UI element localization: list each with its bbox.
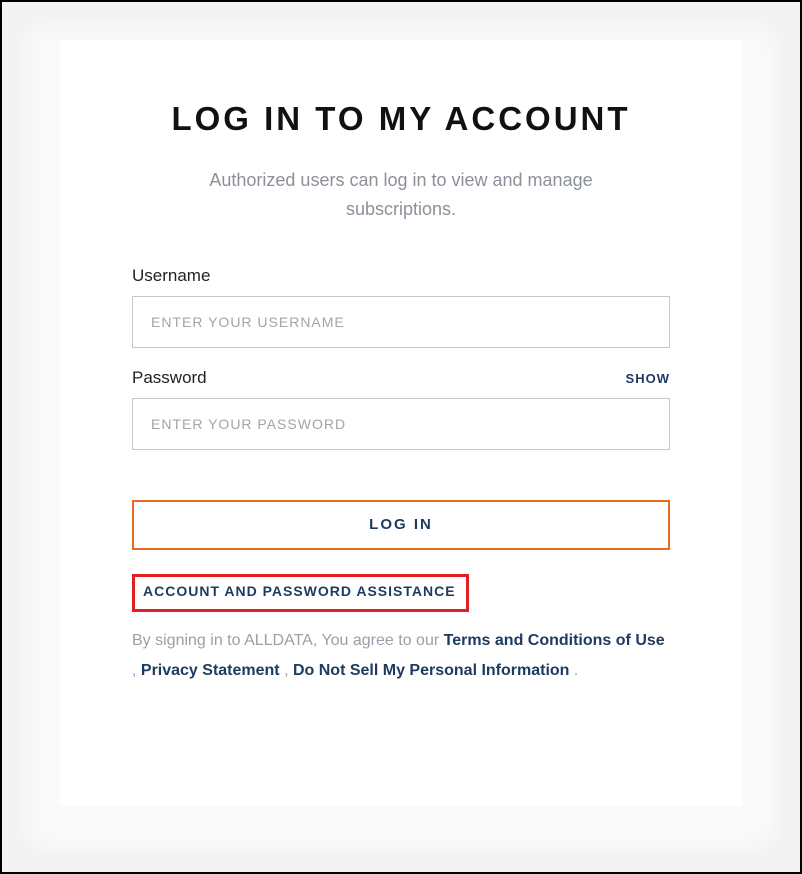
legal-suffix: . (569, 662, 578, 679)
terms-link[interactable]: Terms and Conditions of Use (444, 632, 665, 649)
privacy-link[interactable]: Privacy Statement (141, 662, 280, 679)
account-assistance-link[interactable]: ACCOUNT AND PASSWORD ASSISTANCE (143, 583, 456, 599)
legal-sep2: , (280, 662, 293, 679)
do-not-sell-link[interactable]: Do Not Sell My Personal Information (293, 662, 569, 679)
assistance-highlight-box: ACCOUNT AND PASSWORD ASSISTANCE (132, 574, 469, 612)
password-input[interactable] (132, 398, 670, 450)
page-background: LOG IN TO MY ACCOUNT Authorized users ca… (20, 20, 782, 854)
page-title: LOG IN TO MY ACCOUNT (132, 100, 670, 138)
password-label: Password (132, 368, 207, 388)
login-button[interactable]: LOG IN (132, 500, 670, 550)
legal-text: By signing in to ALLDATA, You agree to o… (132, 626, 670, 687)
login-card: LOG IN TO MY ACCOUNT Authorized users ca… (60, 40, 742, 806)
legal-sep1: , (132, 662, 141, 679)
show-password-toggle[interactable]: SHOW (626, 371, 670, 386)
username-input[interactable] (132, 296, 670, 348)
legal-prefix: By signing in to ALLDATA, You agree to o… (132, 632, 444, 649)
username-label: Username (132, 266, 210, 286)
password-field-block: Password SHOW (132, 368, 670, 450)
page-subtitle: Authorized users can log in to view and … (191, 166, 611, 224)
username-field-block: Username (132, 266, 670, 348)
